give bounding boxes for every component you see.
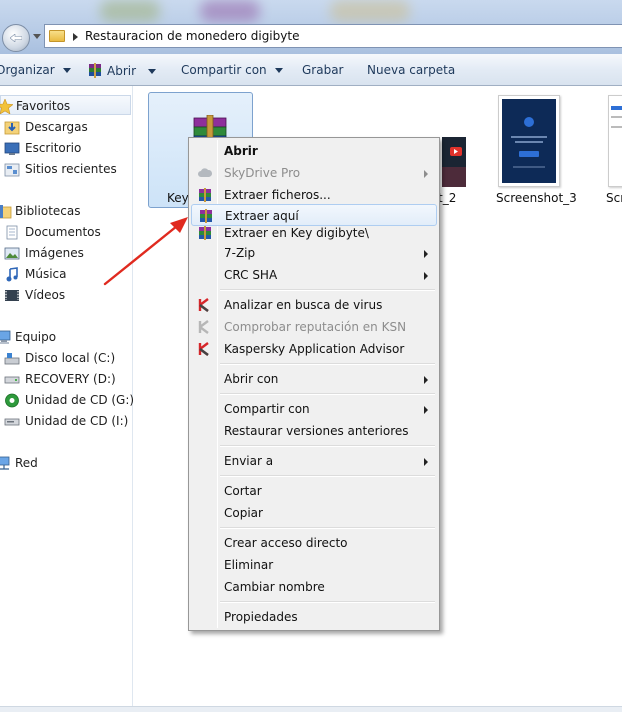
libraries-icon: [0, 205, 12, 219]
app-screenshot-preview: [502, 99, 556, 183]
menu-item-abrir-con[interactable]: Abrir con: [191, 368, 437, 390]
submenu-arrow-icon: [424, 406, 428, 414]
downloads-icon: [4, 121, 20, 135]
command-toolbar: Organizar Abrir Compartir con Grabar Nue…: [0, 54, 622, 86]
submenu-arrow-icon: [424, 458, 428, 466]
music-icon: [6, 267, 18, 282]
chevron-down-icon: [148, 69, 157, 74]
menu-item-extraer-ficheros[interactable]: Extraer ficheros...: [191, 184, 437, 206]
menu-item-crc-sha[interactable]: CRC SHA: [191, 264, 437, 286]
menu-item-crear-acceso-directo[interactable]: Crear acceso directo: [191, 532, 437, 554]
videos-icon: [5, 290, 19, 301]
file-name-label: Key: [167, 191, 189, 205]
app-screenshot-preview: [609, 96, 622, 186]
address-bar-area: Restauracion de monedero digibyte: [0, 0, 622, 54]
navigation-pane: Favoritos Descargas Escritorio Sitios re…: [0, 86, 153, 712]
image-thumbnail[interactable]: [608, 95, 622, 187]
menu-separator: [220, 289, 435, 291]
menu-item-cambiar-nombre[interactable]: Cambiar nombre: [191, 576, 437, 598]
menu-item-7zip[interactable]: 7-Zip: [191, 242, 437, 264]
file-name-label: t_2: [438, 191, 457, 205]
menu-separator: [220, 601, 435, 603]
menu-separator: [220, 475, 435, 477]
menu-separator: [220, 363, 435, 365]
cd-drive-icon: [5, 393, 19, 408]
sidebar-item-favoritos[interactable]: Favoritos: [0, 95, 131, 115]
menu-item-eliminar[interactable]: Eliminar: [191, 554, 437, 576]
burn-button[interactable]: Grabar: [302, 63, 344, 77]
menu-item-analizar-virus[interactable]: Analizar en busca de virus: [191, 294, 437, 316]
open-button[interactable]: Abrir: [87, 63, 157, 78]
winrar-icon: [89, 63, 101, 78]
video-thumbnail-image: [442, 137, 466, 187]
submenu-arrow-icon: [424, 272, 428, 280]
submenu-arrow-icon: [424, 170, 428, 178]
red-arrow-annotation: [103, 217, 188, 286]
menu-item-enviar-a[interactable]: Enviar a: [191, 450, 437, 472]
chevron-down-icon: [62, 68, 71, 73]
back-arrow-icon: [10, 34, 22, 42]
menu-item-skydrive-pro[interactable]: SkyDrive Pro: [191, 162, 437, 184]
cd-drive-icon: [4, 418, 20, 426]
menu-separator: [220, 527, 435, 529]
menu-separator: [220, 445, 435, 447]
kaspersky-icon: [198, 320, 209, 334]
kaspersky-icon: [198, 342, 209, 356]
submenu-arrow-icon: [424, 376, 428, 384]
file-name-label: Scr: [606, 191, 622, 205]
menu-separator: [220, 393, 435, 395]
computer-icon: [0, 330, 11, 344]
breadcrumb-current-folder[interactable]: Restauracion de monedero digibyte: [85, 29, 299, 43]
image-thumbnail[interactable]: [498, 95, 560, 187]
pictures-icon: [4, 247, 20, 260]
hard-drive-icon: [4, 376, 20, 384]
desktop-icon: [4, 142, 20, 155]
menu-item-comprobar-ksn[interactable]: Comprobar reputación en KSN: [191, 316, 437, 338]
file-name-label: Screenshot_3: [496, 191, 577, 205]
menu-item-propiedades[interactable]: Propiedades: [191, 606, 437, 628]
kaspersky-icon: [198, 298, 209, 312]
star-icon: [0, 99, 13, 114]
menu-item-copiar[interactable]: Copiar: [191, 502, 437, 524]
video-thumbnail[interactable]: [442, 137, 466, 187]
share-with-button[interactable]: Compartir con: [181, 63, 283, 77]
cloud-icon: [198, 168, 213, 177]
breadcrumb-separator-icon[interactable]: [73, 33, 78, 41]
details-pane-edge: [0, 706, 622, 712]
winrar-icon: [199, 226, 211, 240]
menu-item-abrir[interactable]: Abrir: [191, 140, 437, 162]
folder-icon: [49, 30, 65, 42]
recent-pages-dropdown-icon[interactable]: [33, 34, 41, 39]
recent-places-icon: [4, 163, 20, 177]
menu-item-compartir-con[interactable]: Compartir con: [191, 398, 437, 420]
documents-icon: [6, 225, 18, 240]
back-button[interactable]: [2, 24, 30, 52]
winrar-icon: [199, 188, 211, 202]
organize-button[interactable]: Organizar: [0, 63, 71, 77]
system-drive-icon: [4, 353, 20, 365]
context-menu: Abrir SkyDrive Pro Extraer ficheros... E…: [188, 137, 440, 631]
menu-item-kaspersky-advisor[interactable]: Kaspersky Application Advisor: [191, 338, 437, 360]
chevron-down-icon: [274, 68, 283, 73]
menu-item-restaurar-versiones[interactable]: Restaurar versiones anteriores: [191, 420, 437, 442]
menu-item-cortar[interactable]: Cortar: [191, 480, 437, 502]
new-folder-button[interactable]: Nueva carpeta: [367, 63, 455, 77]
menu-item-extraer-en-key-digibyte[interactable]: Extraer en Key digibyte\: [191, 222, 437, 244]
address-field[interactable]: Restauracion de monedero digibyte: [44, 24, 622, 48]
submenu-arrow-icon: [424, 250, 428, 258]
network-icon: [0, 456, 10, 470]
